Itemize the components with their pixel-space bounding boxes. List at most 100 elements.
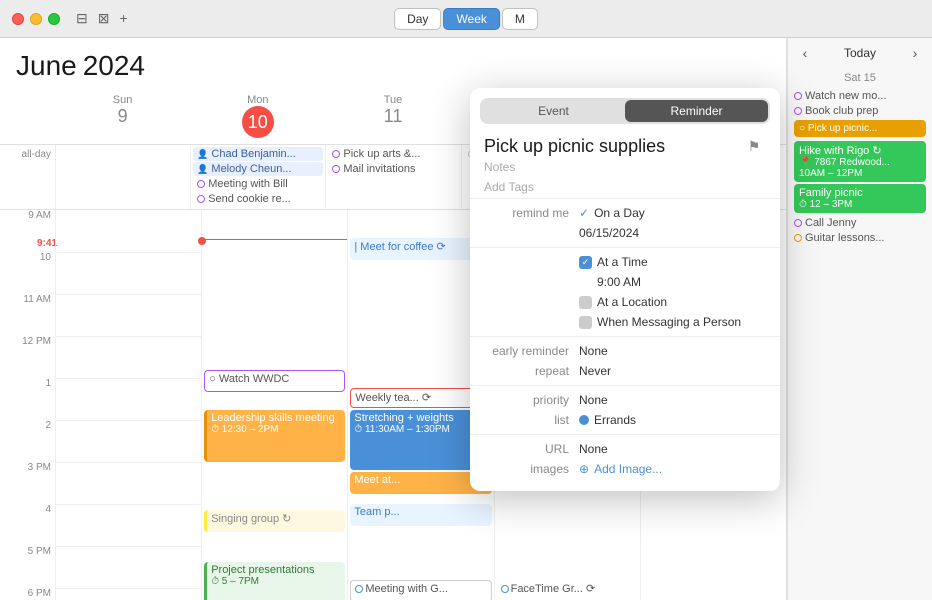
watch-wwdc-event[interactable]: ○ Watch WWDC	[204, 370, 345, 392]
right-event-jenny[interactable]: Call Jenny	[794, 217, 926, 229]
add-icon[interactable]: +	[119, 10, 127, 27]
close-button[interactable]	[12, 13, 24, 25]
event-tab[interactable]: Event	[482, 100, 625, 122]
allday-event[interactable]: 👤 Chad Benjamin...	[193, 147, 323, 161]
day-header-sun[interactable]: Sun 9	[55, 92, 190, 140]
month-view-button[interactable]: M	[502, 8, 538, 30]
images-row: images ⊕ Add Image...	[470, 459, 780, 479]
hour-line	[56, 462, 201, 463]
popup-tabs: Event Reminder	[480, 98, 770, 124]
remind-me-value[interactable]: ✓ On a Day	[579, 206, 766, 220]
list-text: Errands	[594, 413, 636, 427]
date-value[interactable]: 06/15/2024	[579, 226, 766, 240]
popup-tags[interactable]: Add Tags	[470, 176, 780, 199]
event-time: ⏱ 12 – 3PM	[799, 199, 921, 210]
event-text: Melody Cheun...	[211, 163, 291, 175]
allday-event[interactable]: Pick up arts &...	[328, 147, 458, 161]
inbox-icon[interactable]: ⊠	[98, 10, 110, 27]
allday-event[interactable]: 👤 Melody Cheun...	[193, 162, 323, 176]
day-num-tue: 11	[325, 106, 460, 127]
hour-line	[56, 252, 201, 253]
week-view-button[interactable]: Week	[443, 8, 499, 30]
right-event-family-block[interactable]: Family picnic ⏱ 12 – 3PM	[794, 184, 926, 213]
fullscreen-button[interactable]	[48, 13, 60, 25]
event-text: Watch new mo...	[805, 90, 887, 102]
allday-event[interactable]: Send cookie re...	[193, 192, 323, 206]
images-value[interactable]: ⊕ Add Image...	[579, 462, 766, 476]
view-switcher: Day Week M	[394, 8, 538, 30]
at-time-checkbox[interactable]: ✓	[579, 256, 592, 269]
event-sync-icon: ⟳	[422, 392, 431, 404]
calendar-year: 2024	[83, 50, 145, 82]
event-dot	[794, 92, 802, 100]
event-dot	[355, 585, 363, 593]
popup-title: Pick up picnic supplies	[484, 136, 665, 157]
at-location-value[interactable]: At a Location	[579, 295, 766, 309]
event-text: Chad Benjamin...	[211, 148, 295, 160]
divider	[470, 247, 780, 248]
singing-group-event[interactable]: Singing group ↻	[204, 510, 345, 532]
titlebar-icons: ⊟ ⊠ +	[76, 10, 128, 27]
remind-me-text: On a Day	[594, 206, 645, 220]
right-event-bookclub[interactable]: Book club prep	[794, 105, 926, 117]
project-presentations-event[interactable]: Project presentations ⏱ 5 – 7PM	[204, 562, 345, 600]
grid-col-sun[interactable]	[55, 210, 201, 600]
right-event-watch[interactable]: Watch new mo...	[794, 90, 926, 102]
event-icon: 👤	[197, 149, 208, 160]
repeat-value[interactable]: Never	[579, 364, 766, 378]
right-sidebar: ‹ Today › Sat 15 Watch new mo... Book cl…	[787, 38, 932, 600]
early-reminder-value[interactable]: None	[579, 344, 766, 358]
reminder-popup[interactable]: Event Reminder Pick up picnic supplies ⚑…	[470, 88, 780, 491]
event-text: Pick up arts &...	[343, 148, 420, 160]
right-event-picnic-block[interactable]: ○ Pick up picnic...	[794, 120, 926, 137]
day-header-tue[interactable]: Tue 11	[325, 92, 460, 140]
list-value[interactable]: Errands	[579, 413, 766, 427]
today-button[interactable]: Today	[844, 46, 876, 60]
event-title: Leadership skills meeting	[211, 412, 341, 424]
messaging-checkbox[interactable]	[579, 316, 592, 329]
event-location: 📍 7867 Redwood...	[799, 157, 921, 168]
event-dot	[794, 219, 802, 227]
url-value[interactable]: None	[579, 442, 766, 456]
sidebar-toggle-icon[interactable]: ⊟	[76, 10, 88, 27]
flag-button[interactable]: ⚑	[742, 134, 766, 158]
at-time-value[interactable]: ✓ At a Time	[579, 255, 766, 269]
meeting-g-event[interactable]: Meeting with G...	[350, 580, 491, 600]
remind-checkmark: ✓	[579, 206, 589, 220]
event-text: Guitar lessons...	[805, 232, 884, 244]
grid-col-mon[interactable]: ○ Watch WWDC Leadership skills meeting ⏱…	[201, 210, 347, 600]
leadership-event[interactable]: Leadership skills meeting ⏱ 12:30 – 2PM	[204, 410, 345, 462]
url-row: URL None	[470, 439, 780, 459]
at-time-text: At a Time	[597, 255, 648, 269]
event-recur-icon: ↻	[282, 513, 291, 525]
next-month-button[interactable]: ›	[906, 44, 924, 62]
team-p-event[interactable]: Team p...	[350, 504, 491, 526]
event-text: Mail invitations	[343, 163, 415, 175]
time-label-3pm: 3 PM	[28, 462, 51, 473]
reminder-tab[interactable]: Reminder	[625, 100, 768, 122]
hour-line	[56, 504, 201, 505]
popup-notes[interactable]: Notes	[470, 158, 780, 176]
event-dot	[197, 180, 205, 188]
right-event-guitar[interactable]: Guitar lessons...	[794, 232, 926, 244]
allday-event[interactable]: Mail invitations	[328, 162, 458, 176]
at-location-checkbox[interactable]	[579, 296, 592, 309]
minimize-button[interactable]	[30, 13, 42, 25]
priority-value[interactable]: None	[579, 393, 766, 407]
allday-event[interactable]: Meeting with Bill	[193, 177, 323, 191]
titlebar: ⊟ ⊠ + Day Week M	[0, 0, 932, 38]
images-label: images	[484, 462, 579, 476]
prev-month-button[interactable]: ‹	[796, 44, 814, 62]
time-value[interactable]: 9:00 AM	[579, 275, 766, 289]
day-header-mon[interactable]: Mon 10	[190, 92, 325, 140]
day-num-mon: 10	[242, 106, 274, 138]
day-num-sun: 9	[55, 106, 190, 127]
day-view-button[interactable]: Day	[394, 8, 441, 30]
right-events: Watch new mo... Book club prep ○ Pick up…	[788, 86, 932, 600]
hour-line	[56, 378, 201, 379]
at-location-row: At a Location	[470, 292, 780, 312]
right-event-hike-block[interactable]: Hike with Rigo ↻ 📍 7867 Redwood... 10AM …	[794, 141, 926, 182]
messaging-value[interactable]: When Messaging a Person	[579, 315, 766, 329]
priority-row: priority None	[470, 390, 780, 410]
facetime-event[interactable]: FaceTime Gr... ⟳	[497, 580, 638, 600]
